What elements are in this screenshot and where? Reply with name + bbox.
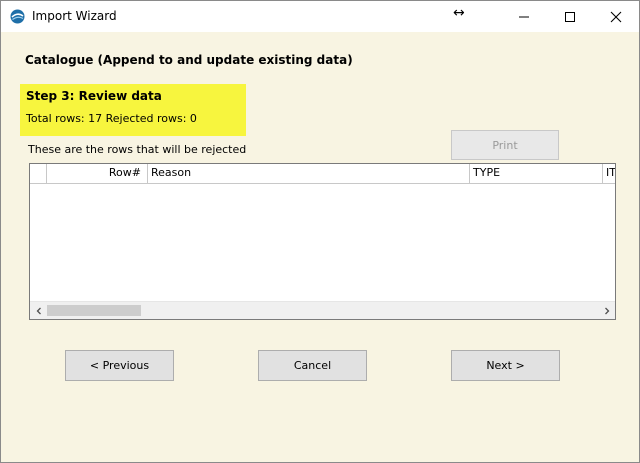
- step-title: Step 3: Review data: [26, 89, 162, 103]
- grid-body[interactable]: [30, 184, 615, 303]
- import-wizard-window: Import Wizard ↔ Catalogue (Append to and…: [0, 0, 640, 463]
- rejected-rows-grid[interactable]: Row# Reason TYPE IT: [29, 163, 616, 320]
- scroll-right-icon[interactable]: [599, 303, 614, 318]
- next-button[interactable]: Next >: [451, 350, 560, 381]
- column-header-type[interactable]: TYPE: [470, 164, 603, 183]
- resize-arrows-icon: ↔: [453, 5, 465, 21]
- cancel-button[interactable]: Cancel: [258, 350, 367, 381]
- rejected-rows-caption: These are the rows that will be rejected: [28, 143, 247, 156]
- maximize-icon: [565, 11, 575, 22]
- column-header-row-number[interactable]: Row#: [47, 164, 148, 183]
- scroll-left-icon[interactable]: [31, 303, 46, 318]
- app-logo-icon: [10, 9, 25, 24]
- print-button[interactable]: Print: [451, 130, 559, 160]
- scrollbar-thumb[interactable]: [47, 305, 141, 316]
- title-bar[interactable]: Import Wizard ↔: [1, 1, 639, 32]
- step-highlight-box: Step 3: Review data Total rows: 17 Rejec…: [20, 84, 246, 136]
- window-title: Import Wizard: [32, 9, 117, 23]
- horizontal-scrollbar[interactable]: [30, 301, 615, 319]
- close-icon: [610, 11, 622, 22]
- column-header-reason[interactable]: Reason: [148, 164, 470, 183]
- section-title: Catalogue (Append to and update existing…: [25, 53, 353, 67]
- row-selector-header[interactable]: [30, 164, 47, 183]
- minimize-button[interactable]: [501, 1, 547, 32]
- grid-header: Row# Reason TYPE IT: [30, 164, 615, 184]
- row-stats: Total rows: 17 Rejected rows: 0: [26, 112, 197, 125]
- previous-button[interactable]: < Previous: [65, 350, 174, 381]
- minimize-icon: [519, 16, 529, 17]
- close-button[interactable]: [593, 1, 639, 32]
- column-header-it[interactable]: IT: [603, 164, 615, 183]
- maximize-button[interactable]: [547, 1, 593, 32]
